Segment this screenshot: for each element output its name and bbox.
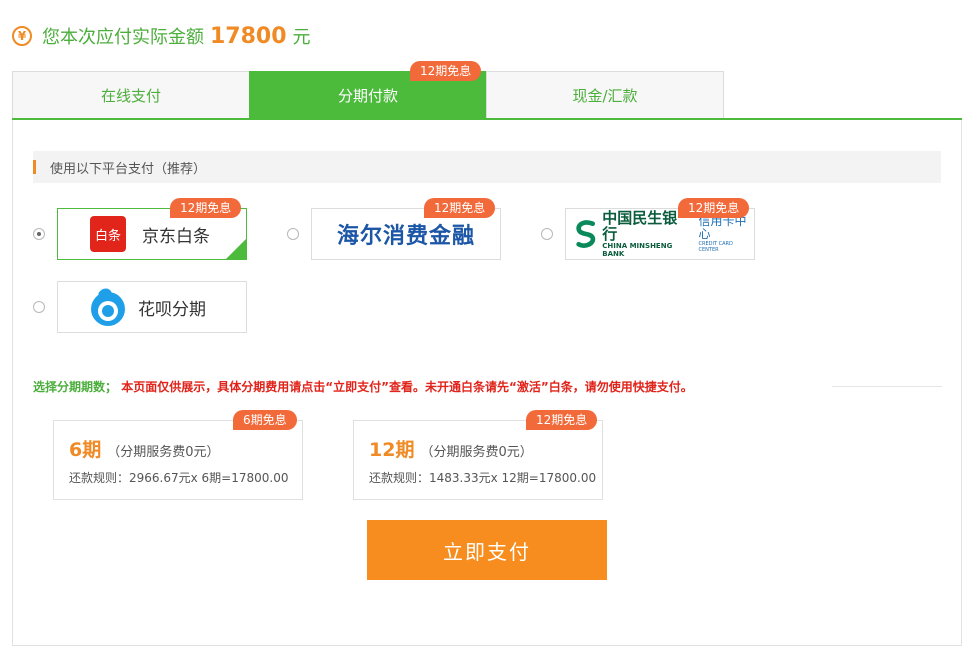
platform-badge: 12期免息 bbox=[678, 198, 750, 218]
tab-installment-badge: 12期免息 bbox=[410, 61, 482, 81]
plan-fee: （分期服务费0元） bbox=[107, 445, 220, 460]
platform-heading: 使用以下平台支付（推荐） bbox=[33, 151, 941, 183]
tab-cash-transfer[interactable]: 现金/汇款 bbox=[486, 71, 724, 119]
platform-badge: 12期免息 bbox=[170, 198, 242, 218]
pay-now-button[interactable]: 立即支付 bbox=[367, 520, 607, 580]
amount-unit: 元 bbox=[292, 27, 311, 48]
amount-label: 您本次应付实际金额 bbox=[42, 27, 204, 48]
tab-label: 现金/汇款 bbox=[572, 87, 638, 105]
notice-text: 本页面仅供展示，具体分期费用请点击“立即支付”查看。未开通白条请先“激活”白条，… bbox=[121, 380, 693, 394]
minsheng-en: CHINA MINSHENG BANK bbox=[602, 242, 673, 258]
tab-label: 在线支付 bbox=[100, 87, 161, 105]
plan-title: 12期 （分期服务费0元） bbox=[369, 435, 533, 462]
amount-value: 17800 bbox=[210, 23, 287, 49]
plan-title: 6期 （分期服务费0元） bbox=[69, 435, 220, 462]
heading-accent-bar bbox=[33, 160, 36, 174]
plan-fee: （分期服务费0元） bbox=[420, 445, 533, 460]
plan-card-12[interactable]: 12期 （分期服务费0元） 还款规则：1483.33元x 12期=17800.0… bbox=[353, 420, 603, 500]
plan-rule: 还款规则：2966.67元x 6期=17800.00 bbox=[69, 471, 289, 485]
radio-huabei[interactable] bbox=[33, 301, 45, 313]
minsheng-credit: 信用卡中心 CREDIT CARD CENTER bbox=[691, 214, 755, 254]
radio-jd-baitiao[interactable] bbox=[33, 228, 45, 240]
plan-rule: 还款规则：1483.33元x 12期=17800.00 bbox=[369, 471, 597, 485]
yen-icon: ¥ bbox=[12, 26, 32, 46]
radio-minsheng-bank[interactable] bbox=[541, 228, 553, 240]
jd-baitiao-logo: 白条 bbox=[90, 216, 126, 252]
tab-online-pay[interactable]: 在线支付 bbox=[12, 71, 250, 119]
notice-divider bbox=[832, 386, 942, 387]
plan-period: 12期 bbox=[369, 439, 415, 461]
amount-row: ¥ 您本次应付实际金额 17800 元 bbox=[12, 20, 311, 52]
platform-card-huabei[interactable]: 花呗分期 bbox=[57, 281, 247, 333]
platform-badge: 12期免息 bbox=[424, 198, 496, 218]
plan-badge: 6期免息 bbox=[233, 410, 297, 430]
haier-finance-logo: 海尔消费金融 bbox=[336, 224, 475, 249]
notice-prefix: 选择分期期数； bbox=[33, 380, 118, 394]
plan-period: 6期 bbox=[69, 439, 102, 461]
tab-label: 分期付款 bbox=[337, 87, 398, 105]
platform-name: 京东白条 bbox=[142, 226, 210, 247]
plan-card-6[interactable]: 6期 （分期服务费0元） 还款规则：2966.67元x 6期=17800.00 bbox=[53, 420, 303, 500]
platform-heading-text: 使用以下平台支付（推荐） bbox=[50, 161, 207, 177]
installment-notice: 选择分期期数； 本页面仅供展示，具体分期费用请点击“立即支付”查看。未开通白条请… bbox=[33, 378, 693, 395]
plan-badge: 12期免息 bbox=[526, 410, 598, 430]
selected-corner-icon bbox=[226, 239, 246, 259]
radio-haier-finance[interactable] bbox=[287, 228, 299, 240]
minsheng-credit-en: CREDIT CARD CENTER bbox=[698, 241, 733, 253]
minsheng-credit-cn: 信用卡中心 bbox=[698, 214, 747, 241]
huabei-logo-icon bbox=[91, 288, 125, 326]
minsheng-logo-icon bbox=[576, 220, 596, 248]
platform-name: 花呗分期 bbox=[138, 299, 206, 320]
